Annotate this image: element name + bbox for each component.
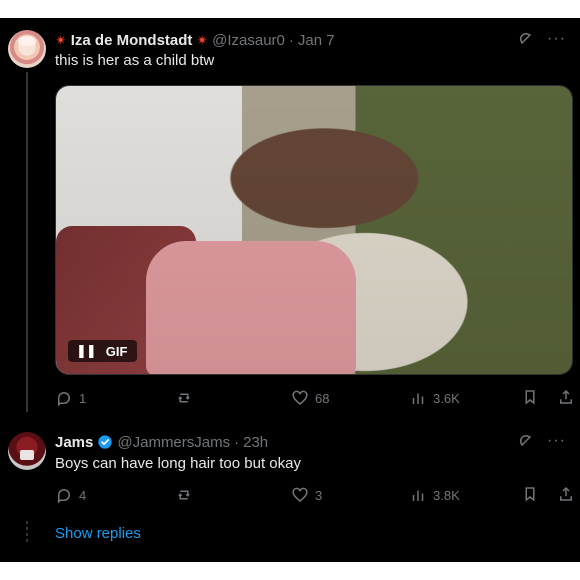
tweet-actions-right xyxy=(521,485,575,506)
reply-icon xyxy=(58,488,71,504)
show-replies-link[interactable]: Show replies xyxy=(55,525,141,542)
views-icon xyxy=(412,490,424,501)
timeline-frame: ✴ Iza de Mondstadt ✴ @Izasaur0 · Jan 7 ·… xyxy=(0,18,580,562)
tweet-top-icons: ··· xyxy=(517,432,566,450)
like-count: 3 xyxy=(315,487,323,503)
reply-action[interactable]: 4 xyxy=(55,485,86,505)
separator: · xyxy=(234,433,240,451)
more-icon[interactable]: ··· xyxy=(547,433,566,449)
tweet-text: Boys can have long hair too but okay xyxy=(55,455,301,472)
reply-count: 4 xyxy=(79,487,87,503)
tweet-time[interactable]: 23h xyxy=(243,434,268,451)
share-icon[interactable] xyxy=(557,485,575,506)
retweet-icon xyxy=(178,490,190,500)
views-action[interactable]: 3.8K xyxy=(409,485,460,505)
author-handle[interactable]: @JammersJams xyxy=(117,434,230,451)
tweet-actions: 4 3 3.8K xyxy=(55,485,575,505)
thread-dots xyxy=(26,521,28,545)
author-avatar[interactable] xyxy=(8,432,46,470)
bookmark-icon[interactable] xyxy=(521,485,539,506)
grok-icon[interactable] xyxy=(517,432,535,450)
like-icon xyxy=(292,487,308,502)
tweet-2[interactable]: Jams @JammersJams · 23h ··· Boys can hav… xyxy=(0,18,580,562)
views-count: 3.8K xyxy=(433,487,460,503)
author-name[interactable]: Jams xyxy=(55,434,93,451)
verified-badge-icon xyxy=(97,434,113,450)
retweet-action[interactable] xyxy=(175,485,199,505)
tweet-header: Jams @JammersJams · 23h xyxy=(55,432,268,452)
like-action[interactable]: 3 xyxy=(291,485,322,505)
